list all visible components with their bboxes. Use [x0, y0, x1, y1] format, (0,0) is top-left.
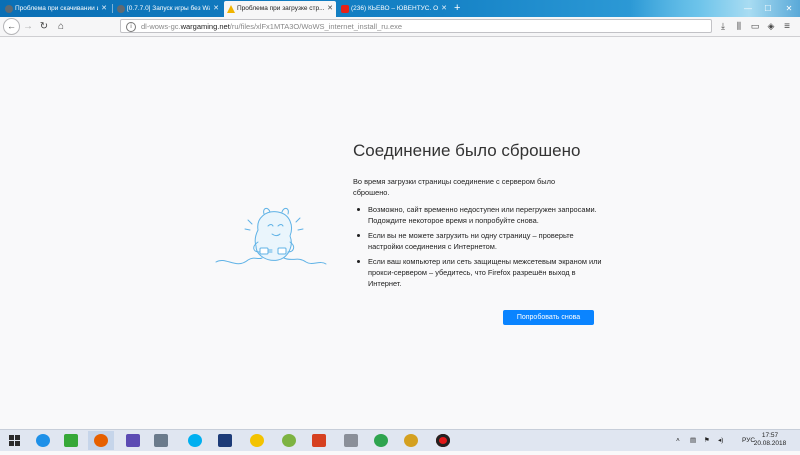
close-tab-icon[interactable]: ✕: [213, 1, 219, 17]
settings-icon: [126, 434, 140, 447]
navigation-toolbar: ← → ↻ ⌂ i dl-wows-gc.wargaming.net/ru/fi…: [0, 17, 800, 37]
shield-icon: [117, 5, 125, 13]
game-icon[interactable]: [244, 431, 270, 450]
ie-icon: [36, 434, 50, 447]
warning-icon: [227, 5, 235, 13]
flag-icon[interactable]: ⚑: [704, 430, 710, 451]
tools-icon: [312, 434, 326, 447]
error-suggestions-list: Возможно, сайт временно недоступен или п…: [353, 204, 603, 293]
youtube-icon: [341, 5, 349, 13]
try-again-button[interactable]: Попробовать снова: [503, 310, 594, 325]
library-icon[interactable]: ⫼: [734, 19, 744, 34]
firefox-icon[interactable]: [88, 431, 114, 450]
close-tab-icon[interactable]: ✕: [101, 1, 107, 17]
firefox-icon: [94, 434, 108, 447]
forward-arrow-icon[interactable]: →: [22, 19, 34, 34]
connection-reset-illustration: [215, 207, 327, 265]
info-icon[interactable]: i: [126, 22, 136, 32]
torrent-icon: [282, 434, 296, 447]
tab-3-active[interactable]: Проблема при загрузке стр... ✕: [224, 1, 336, 17]
tray-arrow-icon[interactable]: ˄: [676, 430, 680, 451]
shield-icon: [5, 5, 13, 13]
tab-title: Проблема при скачивании и...: [15, 5, 98, 12]
back-arrow-icon[interactable]: ←: [3, 18, 20, 35]
app-icon: [154, 434, 168, 447]
chrome-icon: [374, 434, 388, 447]
windows-logo-icon: [9, 435, 20, 446]
tab-separator: [112, 4, 113, 13]
record-icon[interactable]: [430, 431, 456, 450]
clock-time: 17:57: [761, 432, 779, 439]
picture-icon[interactable]: [338, 431, 364, 450]
app-icon[interactable]: [148, 431, 174, 450]
paint-icon[interactable]: [398, 431, 424, 450]
floppy-icon: [218, 434, 232, 447]
game-icon: [250, 434, 264, 447]
suggestion-item: Если вы не можете загрузить ни одну стра…: [353, 230, 603, 252]
start-button[interactable]: [2, 431, 28, 450]
tab-bar: Проблема при скачивании и... ✕ [0.7.7.0]…: [0, 0, 800, 17]
network-icon[interactable]: ▤: [690, 430, 696, 451]
floppy-icon[interactable]: [212, 431, 238, 450]
clock-date: 20.08.2018: [753, 440, 787, 447]
suggestion-item: Возможно, сайт временно недоступен или п…: [353, 204, 603, 226]
minimize-button[interactable]: —: [739, 0, 757, 17]
address-bar[interactable]: i dl-wows-gc.wargaming.net/ru/files/xlFx…: [120, 19, 712, 33]
record-icon: [436, 434, 450, 447]
volume-icon[interactable]: ◂): [718, 430, 723, 451]
store-icon[interactable]: [58, 431, 84, 450]
home-icon[interactable]: ⌂: [55, 19, 67, 34]
skype-icon: [188, 434, 202, 447]
maximize-button[interactable]: ☐: [759, 0, 777, 17]
tools-icon[interactable]: [306, 431, 332, 450]
windows-taskbar: ˄ ▤ ⚑ ◂) РУС 17:57 20.08.2018: [0, 429, 800, 451]
ie-icon[interactable]: [30, 431, 56, 450]
menu-icon[interactable]: ≡: [782, 19, 792, 34]
chrome-icon[interactable]: [368, 431, 394, 450]
url-host: wargaming.net: [180, 22, 230, 31]
suggestion-item: Если ваш компьютер или сеть защищены меж…: [353, 256, 603, 289]
reload-icon[interactable]: ↻: [38, 19, 50, 34]
sidebar-icon[interactable]: ▭: [750, 19, 760, 34]
close-window-button[interactable]: ✕: [780, 0, 798, 17]
settings-icon[interactable]: [120, 431, 146, 450]
skype-icon[interactable]: [182, 431, 208, 450]
url-path: /ru/files/xlFx1MTA3O/WoWS_internet_insta…: [229, 22, 403, 31]
tab-1[interactable]: Проблема при скачивании и... ✕: [2, 1, 110, 17]
clock[interactable]: 17:57 20.08.2018: [750, 432, 790, 448]
extension-icon[interactable]: ◈: [766, 19, 776, 34]
tab-title: Проблема при загрузке стр...: [237, 5, 324, 12]
paint-icon: [404, 434, 418, 447]
picture-icon: [344, 434, 358, 447]
close-tab-icon[interactable]: ✕: [441, 1, 447, 17]
error-title: Соединение было сброшено: [353, 141, 581, 160]
new-tab-button[interactable]: +: [454, 0, 460, 17]
download-icon[interactable]: ⤓: [718, 19, 728, 34]
torrent-icon[interactable]: [276, 431, 302, 450]
tab-title: [0.7.7.0] Запуск игры без Warg...: [127, 5, 210, 12]
error-description: Во время загрузки страницы соединение с …: [353, 177, 556, 197]
tab-title: (236) КЬЕВО – ЮВЕНТУС. Об...: [351, 5, 438, 12]
close-tab-icon[interactable]: ✕: [327, 1, 333, 17]
store-icon: [64, 434, 78, 447]
tab-2[interactable]: [0.7.7.0] Запуск игры без Warg... ✕: [114, 1, 222, 17]
tab-4[interactable]: (236) КЬЕВО – ЮВЕНТУС. Об... ✕: [338, 1, 450, 17]
url-text[interactable]: dl-wows-gc.wargaming.net/ru/files/xlFx1M…: [141, 20, 402, 33]
url-prefix: dl-wows-gc.: [141, 22, 181, 31]
